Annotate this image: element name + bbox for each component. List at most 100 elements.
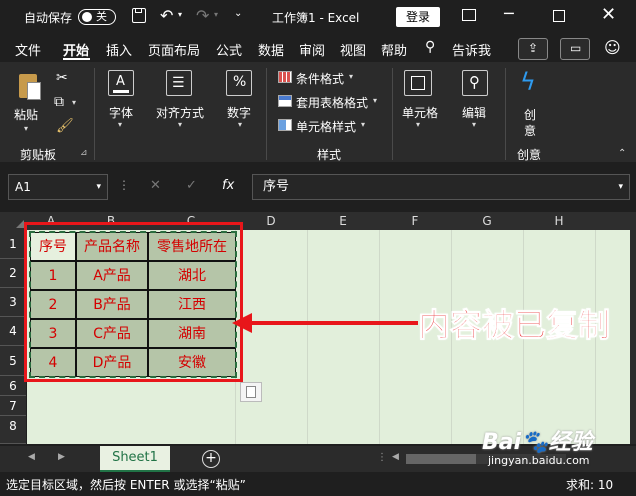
scrollbar-thumb[interactable]: [406, 454, 476, 464]
row-header-8[interactable]: 8: [0, 416, 26, 444]
lightbulb-search-icon[interactable]: ⚲: [425, 39, 435, 55]
undo-icon[interactable]: ↶: [160, 6, 173, 25]
watermark-url: jingyan.baidu.com: [488, 454, 590, 467]
align-button[interactable]: ☰: [166, 70, 192, 96]
tab-home[interactable]: 开始: [63, 40, 89, 59]
cell-style-dropdown-icon[interactable]: ▾: [361, 120, 365, 129]
paste-dropdown-icon[interactable]: ▾: [24, 124, 28, 133]
minimize-icon[interactable]: ─: [504, 4, 514, 23]
formula-expand-icon[interactable]: ▾: [618, 175, 623, 199]
column-header-h[interactable]: H: [523, 212, 595, 230]
create-group-label: 创意: [517, 148, 542, 162]
tab-help[interactable]: 帮助: [381, 40, 407, 59]
customize-toolbar-icon[interactable]: ⌄: [234, 8, 242, 19]
row-header-7[interactable]: 7: [0, 396, 26, 416]
format-painter-icon[interactable]: 🖌: [56, 118, 74, 134]
number-dropdown-icon[interactable]: ▾: [238, 120, 242, 129]
row-header-5[interactable]: 5: [0, 346, 26, 376]
autosave-toggle[interactable]: 关: [78, 9, 116, 25]
paste-options-icon: [246, 386, 256, 398]
redo-dropdown-icon[interactable]: ▾: [214, 10, 218, 19]
conditional-dropdown-icon[interactable]: ▾: [349, 72, 353, 81]
share-button[interactable]: ⇪: [518, 38, 548, 60]
number-button[interactable]: %: [226, 70, 252, 96]
create-label-1: 创: [524, 108, 537, 122]
save-icon[interactable]: [132, 8, 146, 23]
tab-data[interactable]: 数据: [258, 40, 284, 59]
styles-group-label: 样式: [317, 148, 342, 162]
row-header-4[interactable]: 4: [0, 317, 26, 346]
lightning-icon[interactable]: ϟ: [520, 68, 536, 96]
scroll-left-icon[interactable]: ◀: [392, 452, 399, 462]
prev-sheet-icon[interactable]: ◀: [28, 452, 35, 462]
row-header-3[interactable]: 3: [0, 288, 26, 317]
comments-button[interactable]: ▭: [560, 38, 590, 60]
undo-dropdown-icon[interactable]: ▾: [178, 10, 182, 19]
tab-review[interactable]: 审阅: [299, 40, 325, 59]
cells-button[interactable]: [404, 70, 432, 96]
formula-input[interactable]: 序号 ▾: [252, 174, 630, 200]
vertical-scrollbar[interactable]: [630, 230, 636, 444]
number-label: 数字: [227, 106, 252, 120]
column-header-g[interactable]: G: [451, 212, 523, 230]
ribbon-display-icon[interactable]: [462, 9, 476, 21]
status-message: 选定目标区域，然后按 ENTER 或选择“粘贴”: [6, 478, 246, 492]
cut-icon[interactable]: ✂: [56, 70, 68, 86]
baidu-logo: Bai🐾经验: [482, 430, 593, 455]
insert-function-icon[interactable]: fx: [222, 178, 234, 193]
clipboard-group-label: 剪贴板: [20, 148, 57, 162]
copy-dropdown-icon[interactable]: ▾: [72, 98, 76, 107]
tab-file[interactable]: 文件: [15, 40, 41, 59]
redo-icon[interactable]: ↷: [196, 6, 209, 25]
more-options-icon[interactable]: ⋮: [118, 178, 130, 192]
column-header-e[interactable]: E: [307, 212, 379, 230]
row-header-6[interactable]: 6: [0, 376, 26, 396]
watermark-logo: Bai🐾经验 jingyan.baidu.com: [482, 424, 632, 474]
name-box-value: A1: [15, 180, 31, 194]
column-header-d[interactable]: D: [235, 212, 307, 230]
maximize-icon[interactable]: [553, 10, 565, 22]
enter-icon[interactable]: ✓: [186, 178, 197, 193]
tell-me-search[interactable]: 告诉我: [452, 40, 491, 59]
next-sheet-icon[interactable]: ▶: [58, 452, 65, 462]
add-sheet-button[interactable]: +: [202, 450, 220, 468]
cells-dropdown-icon[interactable]: ▾: [416, 120, 420, 129]
column-header-f[interactable]: F: [379, 212, 451, 230]
tab-page-layout[interactable]: 页面布局: [148, 40, 200, 59]
conditional-format-button[interactable]: 条件格式: [296, 70, 344, 87]
tab-insert[interactable]: 插入: [106, 40, 132, 59]
font-dropdown-icon[interactable]: ▾: [118, 120, 122, 129]
paste-button[interactable]: [16, 72, 42, 102]
table-format-dropdown-icon[interactable]: ▾: [373, 96, 377, 105]
row-header-1[interactable]: 1: [0, 230, 26, 259]
cell-style-button[interactable]: 单元格样式: [296, 118, 356, 135]
table-format-button[interactable]: 套用表格格式: [296, 94, 368, 111]
find-icon: ⚲: [469, 73, 480, 91]
align-label: 对齐方式: [156, 106, 205, 120]
cancel-icon[interactable]: ✕: [150, 178, 161, 193]
font-button[interactable]: A: [108, 70, 134, 96]
document-title: 工作簿1 - Excel: [272, 11, 360, 25]
gridline: [379, 230, 380, 444]
edit-dropdown-icon[interactable]: ▾: [472, 120, 476, 129]
row-header-2[interactable]: 2: [0, 259, 26, 288]
clipboard-launcher-icon[interactable]: ⊿: [80, 148, 88, 158]
name-box[interactable]: A1 ▾: [8, 174, 108, 200]
smiley-feedback-icon[interactable]: ☺: [604, 38, 621, 57]
paste-options-button[interactable]: [240, 382, 262, 402]
login-button[interactable]: 登录: [396, 7, 440, 27]
align-dropdown-icon[interactable]: ▾: [178, 120, 182, 129]
tab-view[interactable]: 视图: [340, 40, 366, 59]
comment-icon: ▭: [570, 41, 582, 55]
close-icon[interactable]: ✕: [601, 4, 616, 25]
select-all-corner[interactable]: [0, 212, 26, 230]
tab-formulas[interactable]: 公式: [216, 40, 242, 59]
sheet-tab-sheet1[interactable]: Sheet1: [100, 446, 170, 472]
edit-button[interactable]: ⚲: [462, 70, 488, 96]
more-sheets-icon[interactable]: ⋮: [377, 452, 387, 463]
collapse-ribbon-icon[interactable]: ⌃: [618, 148, 626, 159]
create-label-2: 意: [524, 124, 537, 138]
edit-label: 编辑: [462, 106, 487, 120]
copy-icon[interactable]: ⧉: [54, 94, 64, 110]
name-box-dropdown-icon[interactable]: ▾: [96, 175, 101, 199]
